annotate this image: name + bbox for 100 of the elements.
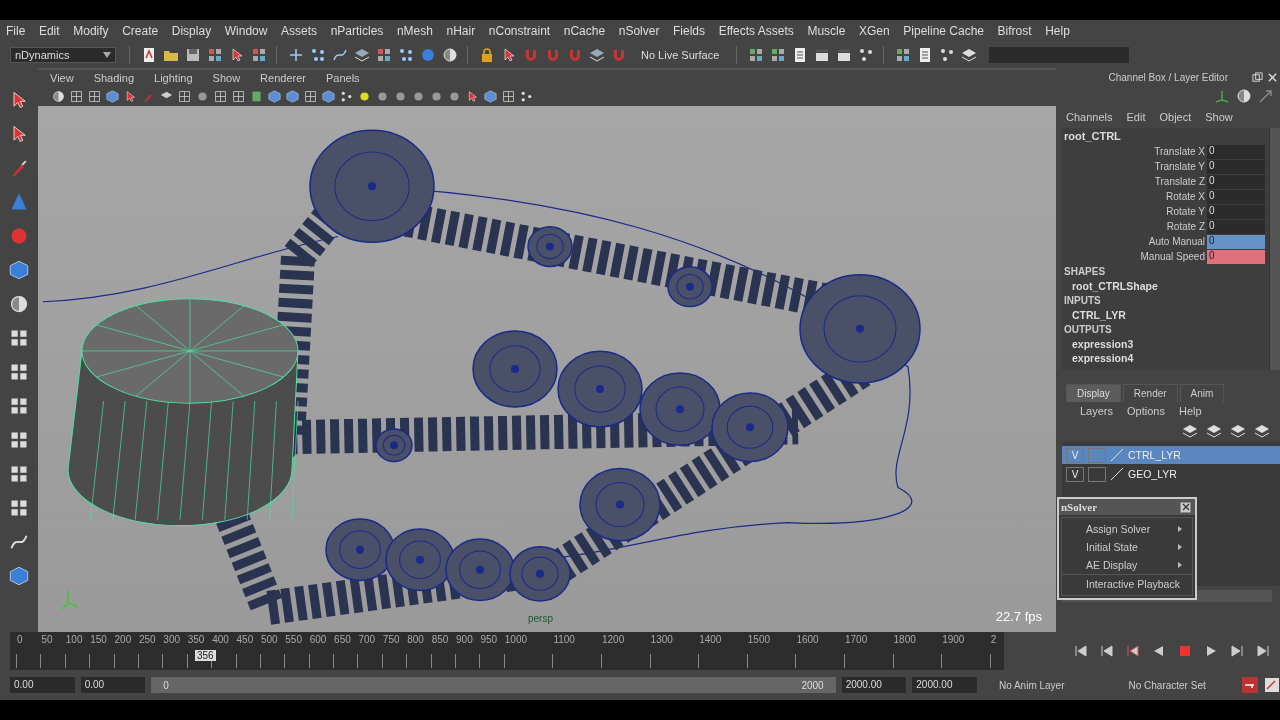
layer-menu-item[interactable]: Help: [1178, 405, 1202, 417]
layer-editor-tab[interactable]: Render: [1122, 384, 1178, 402]
menu-item[interactable]: Assets: [281, 24, 318, 38]
playback-start-field[interactable]: 0.00: [80, 677, 146, 693]
clapperboard-icon[interactable]: [814, 47, 831, 63]
cube-icon[interactable]: [106, 89, 119, 103]
grid-icon[interactable]: [376, 47, 392, 63]
grid-icon[interactable]: [748, 47, 765, 63]
sphere-icon[interactable]: [358, 89, 371, 103]
menu-item[interactable]: Interactive Playback: [1086, 578, 1180, 590]
cursor-icon[interactable]: [124, 89, 137, 103]
template-toggle[interactable]: [1088, 447, 1106, 463]
template-toggle[interactable]: [1088, 466, 1106, 482]
layer-menu-item[interactable]: Layers: [1080, 405, 1114, 417]
playback-end-field[interactable]: 2000.00: [841, 677, 907, 693]
half-circle-icon[interactable]: [1236, 88, 1252, 104]
menu-item[interactable]: Help: [1045, 24, 1070, 38]
node-item[interactable]: root_CTRLShape: [1062, 279, 1269, 293]
character-set-dropdown[interactable]: No Character Set: [1112, 679, 1236, 691]
cube-icon[interactable]: [322, 89, 335, 103]
panel-menu-item[interactable]: Lighting: [154, 72, 193, 84]
grid-icon[interactable]: [304, 89, 317, 103]
color-swatch-icon[interactable]: [1110, 467, 1124, 481]
menu-item[interactable]: File: [6, 24, 26, 38]
grid-icon[interactable]: [895, 47, 912, 63]
axis-icon[interactable]: [1214, 88, 1230, 104]
attribute-value-field[interactable]: 0: [1207, 174, 1265, 189]
layer-editor-tab[interactable]: Anim: [1179, 384, 1225, 402]
clapperboard-icon[interactable]: [836, 47, 853, 63]
layer-row[interactable]: V GEO_LYR: [1062, 465, 1280, 483]
close-icon[interactable]: [1267, 71, 1278, 83]
menu-item[interactable]: Muscle: [807, 24, 846, 38]
grid-icon[interactable]: [502, 89, 515, 103]
scrollbar[interactable]: [1269, 128, 1280, 370]
grid-icon[interactable]: [232, 89, 245, 103]
sphere-icon[interactable]: [394, 89, 407, 103]
dots-icon[interactable]: [858, 47, 875, 63]
menu-item[interactable]: nSolver: [618, 24, 660, 38]
sphere-icon[interactable]: [196, 89, 209, 103]
menu-item[interactable]: XGen: [859, 24, 890, 38]
attribute-value-field[interactable]: 0: [1207, 234, 1265, 249]
node-item[interactable]: expression3: [1062, 337, 1269, 351]
channel-menu-item[interactable]: Edit: [1126, 111, 1146, 123]
attribute-value-field[interactable]: 0: [1207, 204, 1265, 219]
layers-icon[interactable]: [1182, 423, 1198, 439]
menu-item[interactable]: Assign Solver: [1086, 523, 1151, 535]
panel-menu-item[interactable]: Panels: [325, 72, 360, 84]
arrow-icon[interactable]: [1258, 88, 1274, 104]
cube-icon[interactable]: [484, 89, 497, 103]
grid-icon[interactable]: [9, 362, 29, 382]
panel-menu-item[interactable]: Renderer: [260, 72, 306, 84]
grid-icon[interactable]: [770, 47, 787, 63]
dots-icon[interactable]: [398, 47, 414, 63]
cube-icon[interactable]: [9, 566, 29, 586]
visibility-toggle[interactable]: V: [1066, 466, 1084, 482]
cone-icon[interactable]: [9, 192, 29, 212]
sphere-icon[interactable]: [430, 89, 443, 103]
cursor-icon[interactable]: [229, 47, 245, 63]
layers-icon[interactable]: [1206, 423, 1222, 439]
grid-icon[interactable]: [251, 47, 267, 63]
grid-icon[interactable]: [9, 396, 29, 416]
grid-icon[interactable]: [9, 464, 29, 484]
grid-icon[interactable]: [9, 498, 29, 518]
attribute-value-field[interactable]: 0: [1207, 159, 1265, 174]
channel-menu-item[interactable]: Channels: [1066, 111, 1113, 123]
grid-icon[interactable]: [70, 89, 83, 103]
time-slider[interactable]: 0 50 100 150 200 250 300 350 400 450 500 550 600 650 700 750 800 850 900 950 1000 1100 1200 1300 1400 1500 1600 1700 1800 1900 2 356: [10, 632, 1004, 670]
attribute-value-field[interactable]: 0: [1207, 189, 1265, 204]
color-swatch-icon[interactable]: [1110, 448, 1124, 462]
command-field[interactable]: [989, 47, 1130, 63]
preferences-icon[interactable]: [1264, 677, 1280, 693]
channel-menu-item[interactable]: Object: [1159, 111, 1192, 123]
menu-item[interactable]: Bifrost: [997, 24, 1032, 38]
menu-item[interactable]: nCache: [563, 24, 606, 38]
menu-item[interactable]: AE Display: [1086, 559, 1138, 571]
current-frame-marker[interactable]: 356: [194, 650, 216, 661]
menu-item[interactable]: Window: [224, 24, 268, 38]
padlock-icon[interactable]: [479, 47, 495, 63]
menu-item[interactable]: Display: [171, 24, 212, 38]
half-circle-icon[interactable]: [442, 47, 458, 63]
key-icon[interactable]: [1242, 677, 1258, 693]
dots-icon[interactable]: [520, 89, 533, 103]
dots-icon[interactable]: [939, 47, 956, 63]
layers-icon[interactable]: [589, 47, 605, 63]
node-item[interactable]: CTRL_LYR: [1062, 308, 1269, 322]
menu-item[interactable]: nParticles: [330, 24, 384, 38]
grid-icon[interactable]: [178, 89, 191, 103]
grid-icon[interactable]: [214, 89, 227, 103]
range-slider[interactable]: 0 2000: [151, 677, 836, 693]
menu-item[interactable]: Pipeline Cache: [903, 24, 984, 38]
attribute-value-field[interactable]: 0: [1207, 219, 1265, 234]
grid-icon[interactable]: [207, 47, 223, 63]
panel-menu-item[interactable]: View: [50, 72, 74, 84]
layers-icon[interactable]: [354, 47, 370, 63]
menu-item[interactable]: Initial State: [1086, 541, 1138, 553]
cursor-icon[interactable]: [501, 47, 517, 63]
grid-icon[interactable]: [9, 430, 29, 450]
menu-item[interactable]: Fields: [673, 24, 706, 38]
menu-item[interactable]: Create: [122, 24, 159, 38]
anim-layer-dropdown[interactable]: No Anim Layer: [982, 679, 1107, 691]
